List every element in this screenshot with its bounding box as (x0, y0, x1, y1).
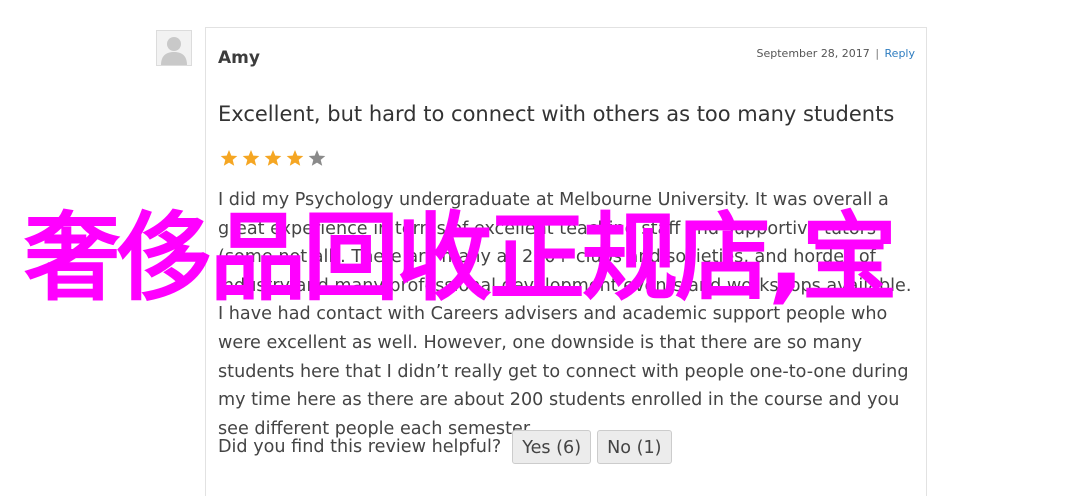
review-title: Excellent, but hard to connect with othe… (218, 102, 895, 126)
star-empty-icon (308, 150, 326, 166)
helpful-question: Did you find this review helpful? (218, 437, 502, 457)
star-filled-icon (242, 150, 260, 166)
review-page: Amy September 28, 2017 | Reply Excellent… (0, 0, 1080, 496)
star-rating (220, 149, 326, 167)
helpful-yes-button[interactable]: Yes (6) (512, 430, 592, 464)
avatar (156, 30, 192, 66)
review-card: Amy September 28, 2017 | Reply Excellent… (205, 27, 927, 496)
review-meta: September 28, 2017 | Reply (757, 47, 915, 60)
review-body: I did my Psychology undergraduate at Mel… (218, 190, 912, 439)
review-date: September 28, 2017 (756, 47, 870, 60)
review-author: Amy (218, 48, 260, 68)
star-filled-icon (264, 150, 282, 166)
star-filled-icon (286, 150, 304, 166)
helpful-no-button[interactable]: No (1) (597, 430, 672, 464)
user-placeholder-icon (157, 31, 191, 65)
helpful-prompt: Did you find this review helpful? Yes (6… (218, 430, 672, 464)
star-filled-icon (220, 150, 238, 166)
meta-separator: | (875, 47, 880, 60)
reply-link[interactable]: Reply (885, 47, 915, 60)
